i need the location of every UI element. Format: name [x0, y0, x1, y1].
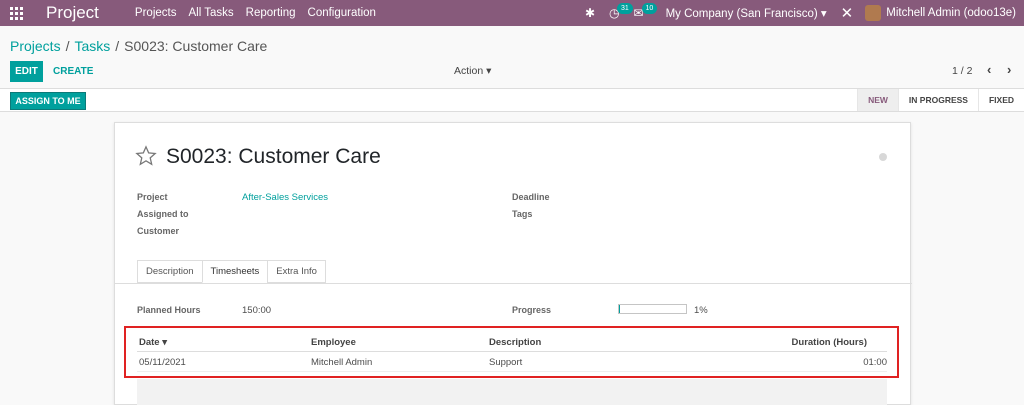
progress-label: Progress: [512, 305, 552, 315]
deadline-label: Deadline: [512, 192, 550, 202]
stage-fixed[interactable]: FIXED: [977, 89, 1024, 111]
action-dropdown[interactable]: Action ▾: [454, 65, 491, 77]
apps-menu-icon[interactable]: [0, 0, 32, 26]
bug-icon[interactable]: ✱: [585, 6, 595, 20]
progress-fill: [619, 305, 620, 313]
planned-hours-label: Planned Hours: [137, 305, 201, 315]
messages-badge: 10: [641, 3, 658, 14]
company-switcher[interactable]: My Company (San Francisco) ▾: [666, 6, 827, 20]
assigned-to-label: Assigned to: [137, 209, 189, 219]
assign-to-me-button[interactable]: ASSIGN TO ME: [10, 92, 86, 110]
star-icon[interactable]: [135, 145, 157, 167]
breadcrumb: Projects / Tasks / S0023: Customer Care: [10, 38, 268, 54]
activity-badge: 31: [617, 3, 633, 14]
top-navbar: Project Projects All Tasks Reporting Con…: [0, 0, 1024, 26]
progress-value: 1%: [694, 305, 708, 316]
chevron-left-icon[interactable]: ‹: [987, 62, 991, 77]
table-footer: [137, 379, 887, 405]
activity-clock-icon[interactable]: ◷ 31: [609, 3, 633, 20]
statusbar: ASSIGN TO ME NEW IN PROGRESS FIXED: [0, 88, 1024, 112]
notebook-tabs: Description Timesheets Extra Info: [137, 260, 326, 283]
breadcrumb-projects[interactable]: Projects: [10, 38, 61, 54]
tab-extra-info[interactable]: Extra Info: [267, 260, 326, 283]
menu-configuration[interactable]: Configuration: [308, 7, 376, 19]
menu-reporting[interactable]: Reporting: [246, 7, 296, 19]
menu-projects[interactable]: Projects: [135, 7, 177, 19]
chevron-right-icon[interactable]: ›: [1007, 62, 1011, 77]
customer-label: Customer: [137, 226, 180, 236]
breadcrumb-tasks[interactable]: Tasks: [74, 38, 110, 54]
project-label: Project: [137, 192, 168, 202]
kanban-state-icon[interactable]: [879, 153, 887, 161]
breadcrumb-current: S0023: Customer Care: [124, 38, 268, 54]
avatar[interactable]: [865, 5, 882, 21]
project-value[interactable]: After-Sales Services: [242, 192, 328, 203]
planned-hours-value: 150:00: [242, 305, 272, 316]
progress-bar: [618, 304, 687, 314]
chat-icon[interactable]: ✉ 10: [634, 3, 658, 20]
highlight-box: [124, 326, 899, 378]
create-button[interactable]: CREATE: [53, 61, 93, 82]
app-title: Project: [46, 3, 99, 22]
edit-button[interactable]: EDIT: [10, 61, 43, 82]
pager-value: 1 / 2: [952, 65, 973, 77]
tags-label: Tags: [512, 209, 533, 219]
caret-down-icon: ▾: [486, 65, 492, 77]
menu-all-tasks[interactable]: All Tasks: [188, 7, 233, 19]
user-menu[interactable]: Mitchell Admin (odoo13e): [886, 7, 1016, 19]
stage-new[interactable]: NEW: [857, 89, 898, 111]
action-label: Action: [454, 65, 484, 77]
tab-divider: [115, 283, 912, 284]
tab-description[interactable]: Description: [137, 260, 203, 283]
stage-selector: NEW IN PROGRESS FIXED: [857, 89, 1024, 111]
close-icon[interactable]: ✕: [841, 4, 854, 22]
company-name: My Company (San Francisco): [665, 8, 818, 20]
stage-in-progress[interactable]: IN PROGRESS: [897, 89, 978, 111]
task-title: S0023: Customer Care: [166, 145, 381, 168]
tab-timesheets[interactable]: Timesheets: [201, 260, 269, 283]
